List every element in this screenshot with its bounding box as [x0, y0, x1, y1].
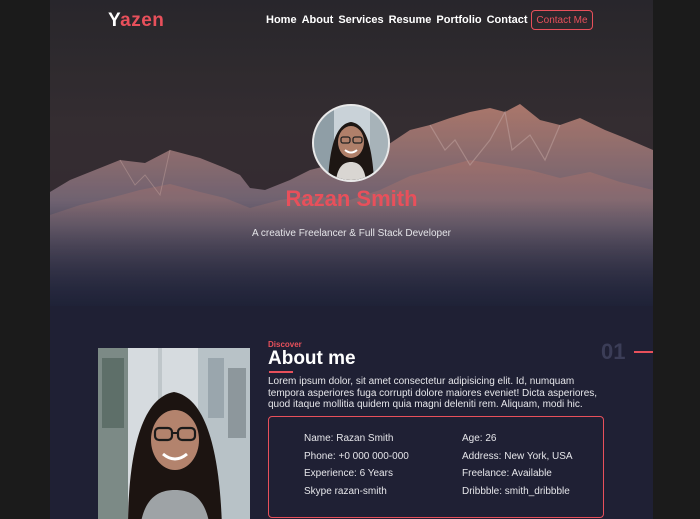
main-nav: Home About Services Resume Portfolio Con…	[266, 14, 533, 26]
nav-contact[interactable]: Contact	[487, 14, 528, 26]
info-address: Address: New York, USA	[462, 450, 573, 462]
contact-me-button[interactable]: Contact Me	[531, 10, 593, 30]
logo-rest: azen	[120, 10, 165, 31]
profile-photo	[314, 106, 388, 180]
page: Yazen Home About Services Resume Portfol…	[50, 0, 653, 519]
section-number: 01	[601, 339, 626, 364]
personal-info-box: Name: Razan Smith Phone: +0 000 000-000 …	[268, 416, 604, 518]
hero-subtitle: A creative Freelancer & Full Stack Devel…	[252, 228, 451, 239]
info-column-left: Name: Razan Smith Phone: +0 000 000-000 …	[304, 433, 409, 503]
logo-first-letter: Y	[108, 10, 121, 31]
about-section: Discover About me 01 Lorem ipsum dolor, …	[50, 306, 653, 519]
info-name: Name: Razan Smith	[304, 433, 394, 444]
info-column-right: Age: 26 Address: New York, USA Freelance…	[462, 433, 573, 503]
title-underline	[269, 371, 293, 373]
nav-services[interactable]: Services	[338, 14, 383, 26]
hero-name: Razan Smith	[285, 186, 418, 211]
about-description: Lorem ipsum dolor, sit amet consectetur …	[268, 376, 598, 410]
info-phone: Phone: +0 000 000-000	[304, 450, 409, 462]
logo[interactable]: Yazen	[108, 10, 164, 32]
info-age: Age: 26	[462, 433, 497, 444]
nav-home[interactable]: Home	[266, 14, 297, 26]
nav-resume[interactable]: Resume	[389, 14, 432, 26]
section-number-line	[634, 351, 653, 353]
hero-section: Yazen Home About Services Resume Portfol…	[50, 0, 653, 306]
nav-portfolio[interactable]: Portfolio	[436, 14, 481, 26]
info-skype: Skype razan-smith	[304, 485, 387, 497]
about-portrait-image	[98, 348, 250, 519]
about-photo	[98, 348, 250, 519]
info-experience: Experience: 6 Years	[304, 468, 393, 479]
info-freelance: Freelance: Available	[462, 468, 552, 479]
nav-about[interactable]: About	[302, 14, 334, 26]
about-title: About me	[268, 348, 356, 369]
profile-avatar	[312, 104, 390, 182]
info-dribbble: Dribbble: smith_dribbble	[462, 485, 570, 497]
